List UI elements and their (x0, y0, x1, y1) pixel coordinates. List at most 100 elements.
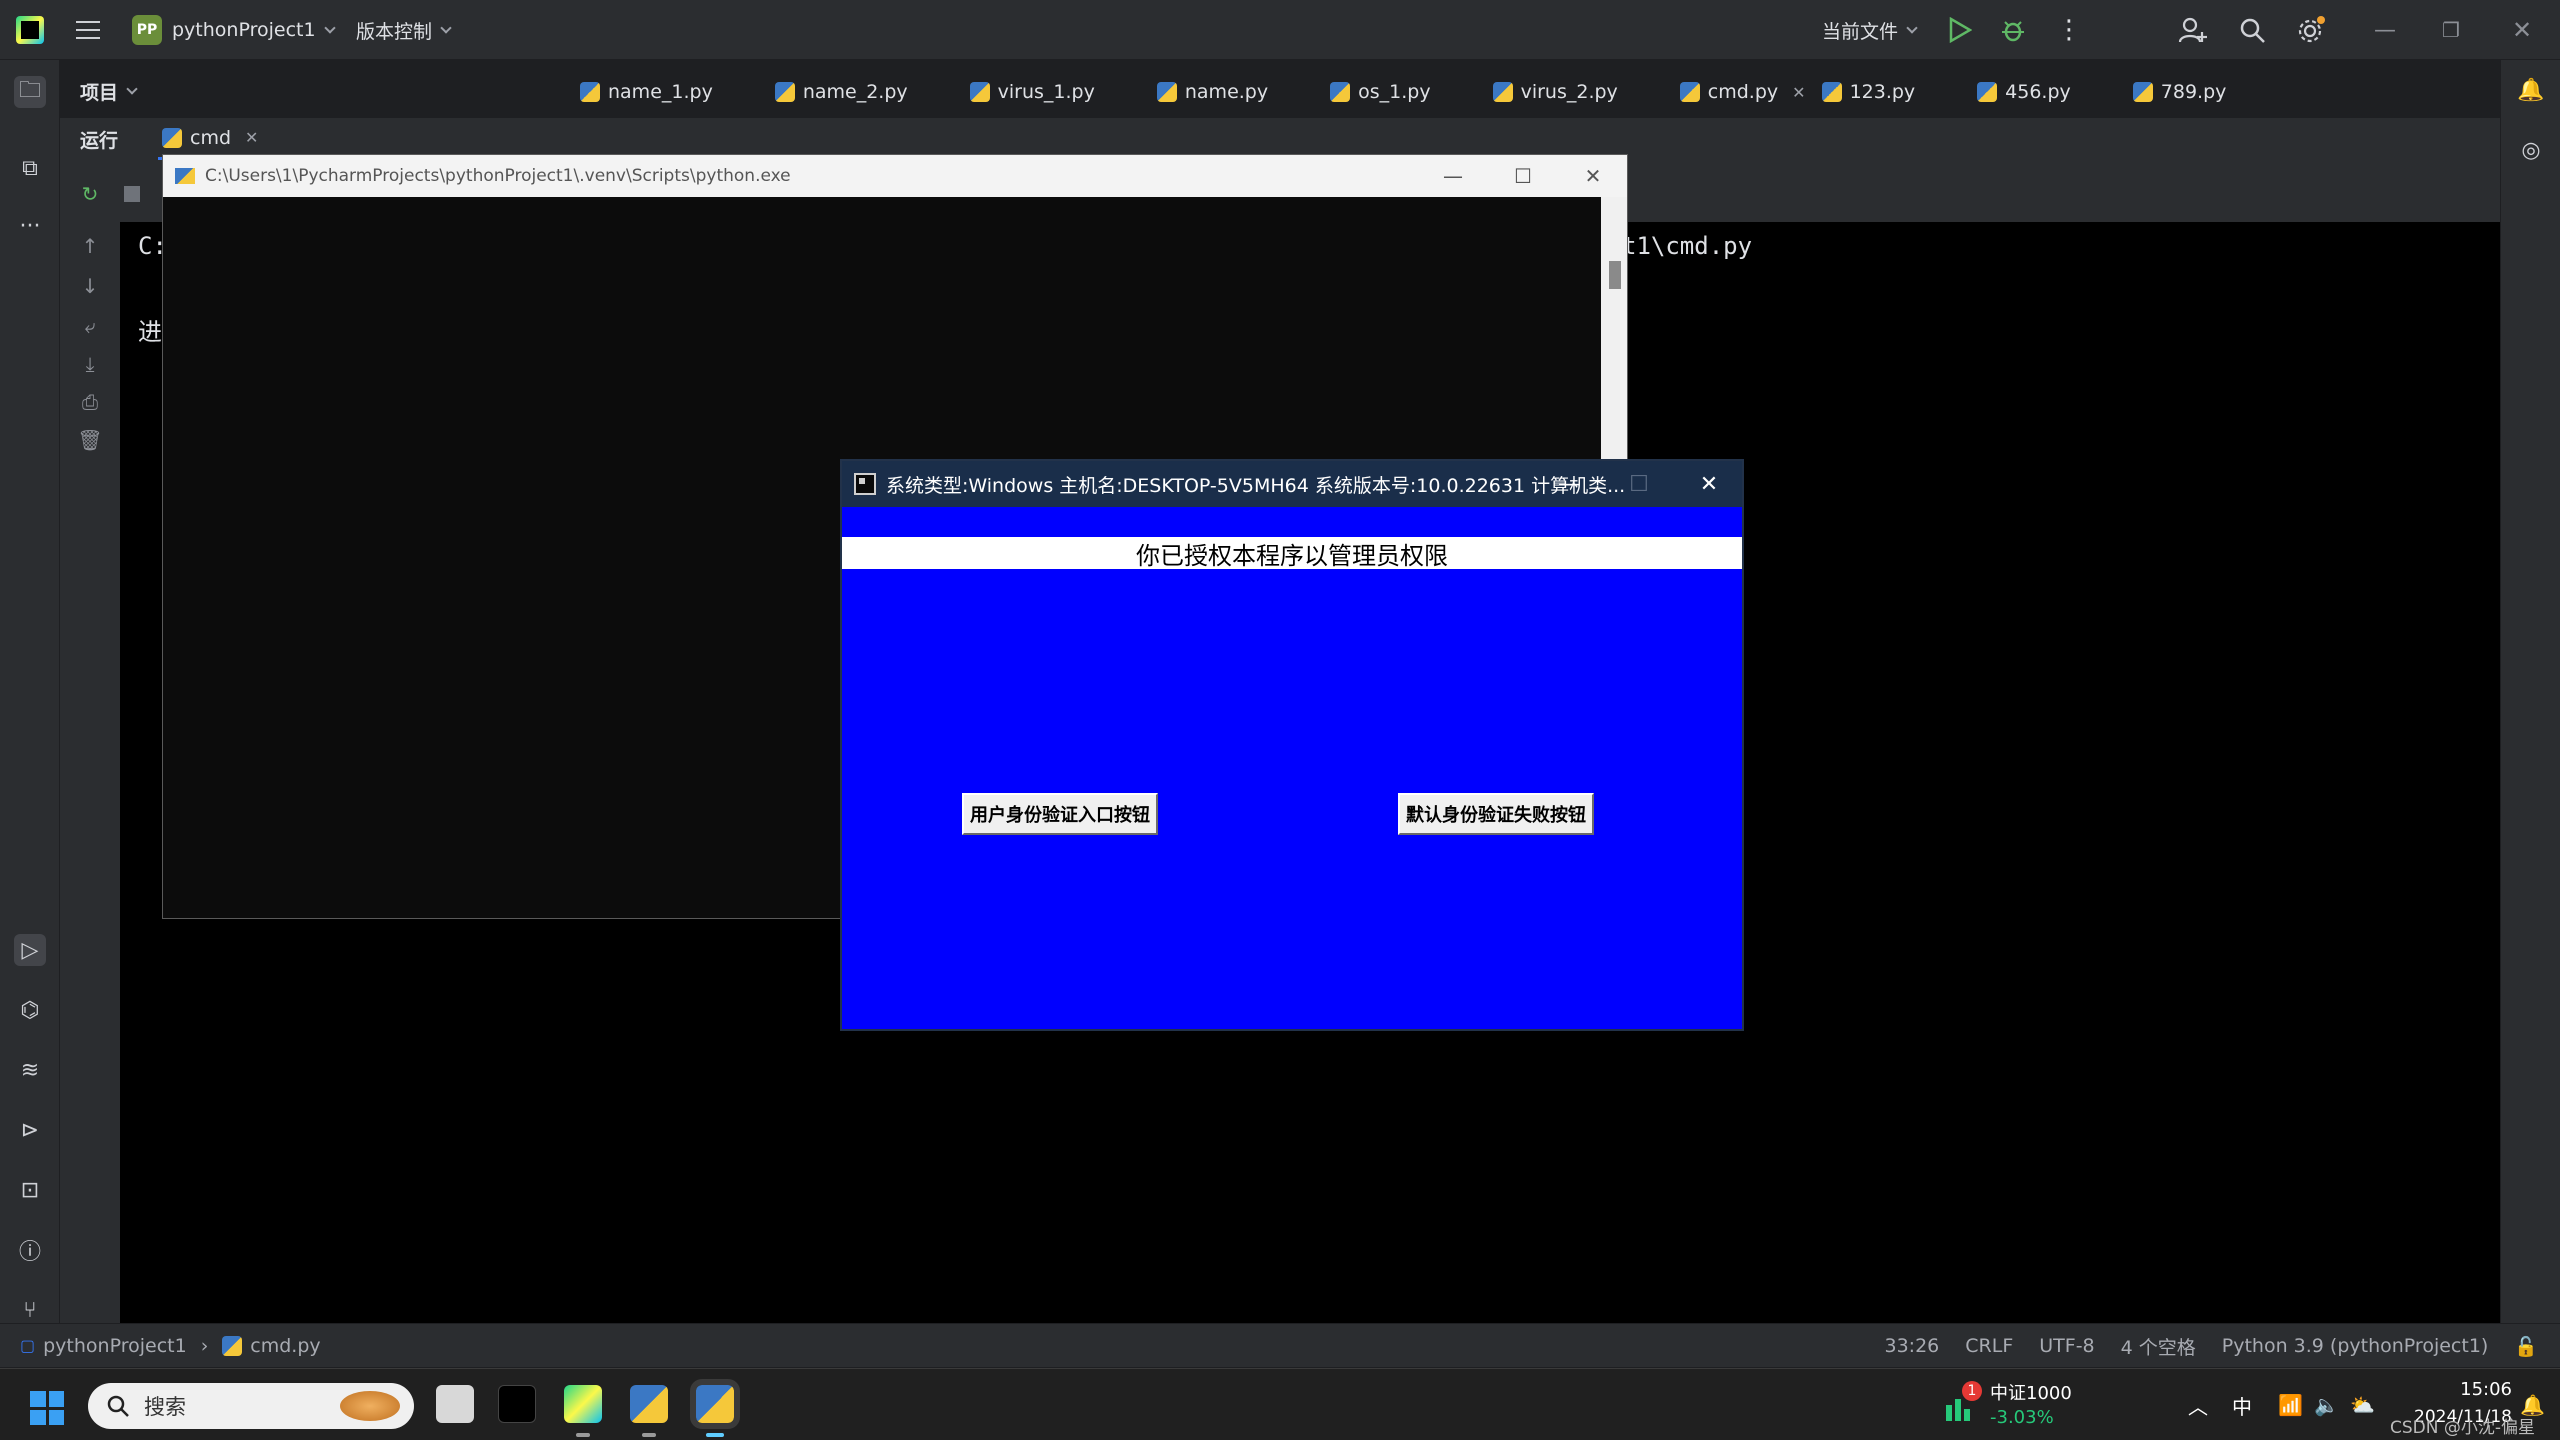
python-taskbar-icon-active[interactable] (690, 1379, 740, 1429)
windows-start-icon[interactable] (30, 1391, 64, 1425)
show-hidden-icons[interactable]: ︿ (2188, 1369, 2208, 1440)
ai-assistant-button[interactable]: ◎ (2515, 134, 2547, 166)
minimize-button[interactable]: — (2374, 0, 2396, 60)
editor-tab[interactable]: virus_1.py (969, 70, 1095, 114)
lock-icon[interactable]: 🔓 (2514, 1335, 2538, 1358)
cmd-maximize-button[interactable]: ☐ (1489, 155, 1557, 197)
tk-close-button[interactable]: ✕ (1674, 461, 1744, 507)
vcs-label: 版本控制 (356, 20, 433, 43)
breadcrumb-file[interactable]: cmd.py (250, 1335, 320, 1357)
task-view-icon[interactable] (436, 1385, 474, 1423)
tk-minimize-button[interactable]: — (1534, 461, 1604, 507)
project-label: 项目 (80, 82, 119, 104)
pycharm-taskbar-icon[interactable] (564, 1385, 602, 1423)
vcs-menu[interactable]: 版本控制 (356, 0, 452, 60)
editor-tab[interactable]: 456.py (1977, 70, 2071, 114)
windows-taskbar: 搜索 1 中证1000 -3.03% ︿ 中 📶 🔈 ⛅ 15:06 2024/… (0, 1368, 2560, 1440)
user-auth-entry-button[interactable]: 用户身份验证入口按钮 (962, 793, 1158, 835)
status-bar: ▢ pythonProject1 › cmd.py 33:26 CRLF UTF… (0, 1323, 2560, 1367)
python-packages-button[interactable]: ≋ (14, 1054, 46, 1086)
wifi-icon[interactable]: 📶 (2278, 1369, 2303, 1440)
git-button[interactable]: ⑂ (14, 1294, 46, 1326)
soft-wrap-button[interactable]: ⤶ (76, 314, 104, 338)
cmd-window-titlebar[interactable]: C:\Users\1\PycharmProjects\pythonProject… (163, 155, 1627, 197)
interpreter-selector[interactable]: Python 3.9 (pythonProject1) (2222, 1335, 2489, 1357)
run-config-selector[interactable]: 当前文件 (1822, 0, 1918, 60)
default-auth-fail-button[interactable]: 默认身份验证失败按钮 (1398, 793, 1594, 835)
editor-tab[interactable]: name_1.py (580, 70, 713, 114)
cmd-minimize-button[interactable]: — (1419, 155, 1487, 197)
search-everywhere-button[interactable] (2238, 0, 2266, 60)
structure-tool-button[interactable]: ⧉ (14, 152, 46, 184)
search-placeholder: 搜索 (144, 1395, 186, 1419)
more-actions-button[interactable]: ⋮ (2056, 0, 2082, 60)
print-button[interactable]: ⎙ (76, 390, 104, 414)
editor-tab[interactable]: name.py (1156, 70, 1268, 114)
cmd-scrollbar-thumb[interactable] (1609, 261, 1621, 289)
project-badge: PP (132, 15, 162, 45)
notifications-button[interactable]: 🔔 (2515, 74, 2547, 106)
debug-button[interactable] (2000, 0, 2026, 60)
run-tool-button[interactable]: ▷ (14, 934, 46, 966)
scroll-down-button[interactable]: ↓ (76, 274, 104, 298)
rerun-button[interactable]: ↻ (76, 182, 104, 206)
run-button[interactable] (1948, 0, 1972, 60)
editor-tabs: name_1.py name_2.py virus_1.py name.py os_1.… (580, 70, 2288, 114)
branch-icon: ⑂ (23, 1297, 37, 1323)
restore-icon: ❐ (2442, 18, 2460, 42)
hamburger-icon (76, 21, 100, 39)
python-taskbar-icon[interactable] (630, 1385, 668, 1423)
csdn-watermark: CSDN @小沈-偏星 (2390, 1418, 2536, 1438)
tk-popup-window[interactable]: 系统类型:Windows 主机名:DESKTOP-5V5MH64 系统版本号:1… (840, 459, 1744, 1031)
tk-maximize-button[interactable]: ☐ (1604, 461, 1674, 507)
scroll-up-button[interactable]: ↑ (76, 234, 104, 258)
project-view-toggle[interactable]: 项目 (80, 78, 138, 105)
stop-icon[interactable] (124, 186, 140, 202)
restore-button[interactable]: ❐ (2442, 0, 2460, 60)
editor-tab[interactable]: 789.py (2132, 70, 2227, 114)
close-icon[interactable]: ✕ (1792, 83, 1805, 102)
editor-tab[interactable]: cmd.py ✕ (1679, 70, 1806, 114)
editor-tab[interactable]: name_2.py (774, 70, 908, 114)
editor-tab[interactable]: os_1.py (1330, 70, 1431, 114)
close-button[interactable]: ✕ (2512, 0, 2532, 60)
settings-button[interactable] (2296, 0, 2326, 60)
cmd-close-button[interactable]: ✕ (1559, 155, 1627, 197)
add-user-button[interactable] (2178, 0, 2208, 60)
ime-indicator[interactable]: 中 (2232, 1369, 2252, 1440)
indent-setting[interactable]: 4 个空格 (2121, 1333, 2196, 1360)
editor-tab[interactable]: 123.py (1821, 70, 1915, 114)
problems-button[interactable]: ⓘ (14, 1234, 46, 1266)
more-tools-button[interactable]: ··· (14, 210, 46, 242)
terminal-button[interactable]: ⊡ (14, 1174, 46, 1206)
editor-tab[interactable]: virus_2.py (1492, 70, 1618, 114)
python-console-button[interactable]: ⌬ (14, 994, 46, 1026)
project-switcher[interactable]: PP pythonProject1 (132, 0, 336, 60)
stock-name[interactable]: 中证1000 (1990, 1379, 2072, 1405)
close-icon[interactable]: ✕ (245, 128, 258, 147)
tk-app-icon (854, 473, 876, 495)
caret-position[interactable]: 33:26 (1885, 1335, 1940, 1357)
clear-all-button[interactable]: 🗑 (76, 428, 104, 452)
python-file-icon (1977, 82, 1998, 102)
bug-icon (2002, 21, 2024, 42)
project-tool-button[interactable]: 🗀 (14, 76, 46, 108)
gear-icon (2298, 16, 2325, 43)
wrap-icon: ⤶ (84, 314, 96, 338)
close-icon: ✕ (1699, 471, 1719, 497)
taskbar-search[interactable]: 搜索 (88, 1383, 414, 1429)
scroll-to-end-button[interactable]: ⤓ (76, 352, 104, 376)
breadcrumb-project[interactable]: pythonProject1 (43, 1335, 187, 1357)
file-encoding[interactable]: UTF-8 (2039, 1335, 2094, 1357)
tiktok-icon[interactable] (498, 1385, 536, 1423)
tk-titlebar[interactable]: 系统类型:Windows 主机名:DESKTOP-5V5MH64 系统版本号:1… (842, 461, 1742, 507)
services-button[interactable]: ⊳ (14, 1114, 46, 1146)
clock-time[interactable]: 15:06 (2400, 1379, 2512, 1400)
stock-chart-icon[interactable]: 1 (1944, 1381, 1982, 1423)
line-separator[interactable]: CRLF (1965, 1335, 2013, 1357)
volume-icon[interactable]: 🔈 (2314, 1369, 2339, 1440)
network-status-icon[interactable]: ⛅ (2350, 1369, 2375, 1440)
python-file-icon (2132, 82, 2153, 102)
editor-tab-label: 789.py (2160, 81, 2227, 103)
main-menu-button[interactable] (76, 0, 100, 60)
